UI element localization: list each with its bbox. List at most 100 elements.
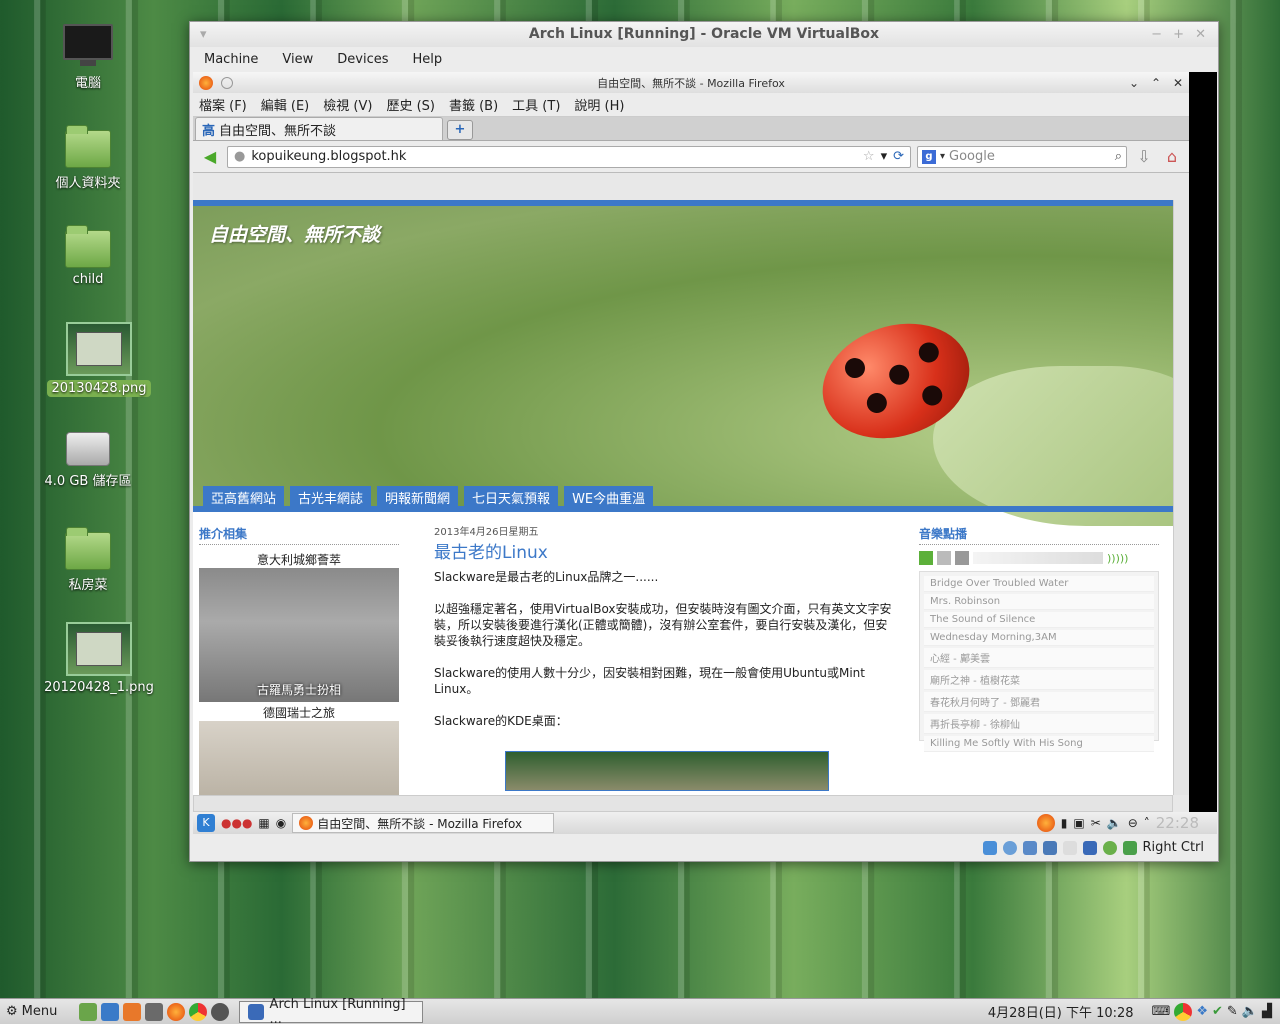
bookmark-star-icon[interactable]: ☆ [863,149,875,164]
desktop-icon[interactable]: ▦ [258,816,269,830]
playlist-item[interactable]: Wednesday Morning,3AM [924,630,1154,646]
download-icon[interactable]: ⇩ [1133,146,1155,168]
guest-task-firefox[interactable]: 自由空間、無所不談 - Mozilla Firefox [292,813,555,833]
clipboard-icon[interactable]: ▮ [1061,816,1068,830]
desktop-icon-png-2012[interactable]: 20120428_1.png [44,622,154,695]
host-clock[interactable]: 4月28日(日) 下午 10:28 [988,1002,1134,1021]
activities-icon[interactable]: ●●● [221,816,252,830]
firefox-window[interactable]: 自由空間、無所不談 - Mozilla Firefox ⌄ ⌃ ✕ 檔案 (F)… [193,72,1189,812]
chrome-launcher-icon[interactable] [189,1002,208,1021]
tray-arrow-icon[interactable]: ˄ [1144,816,1150,830]
tab-blog[interactable]: 高 自由空間、無所不談 [195,117,443,140]
menu-machine[interactable]: Machine [204,52,258,67]
album-title[interactable]: 德國瑞士之旅 [199,704,399,721]
file-manager-icon[interactable] [145,1002,164,1021]
desktop-icon-storage[interactable]: 4.0 GB 儲存區 [33,432,143,489]
package-icon[interactable]: ▣ [1073,816,1084,830]
volume-icon[interactable]: 🔈 [1107,816,1122,830]
menu-devices[interactable]: Devices [337,52,388,67]
menu-file[interactable]: 檔案 (F) [199,95,247,114]
reload-icon[interactable]: ⟳ [893,149,904,164]
desktop-icon-computer[interactable]: 電腦 [33,24,143,91]
cpu-icon[interactable] [1102,840,1117,855]
network-signal-icon[interactable]: ▟ [1262,1004,1272,1019]
firefox-launcher-icon[interactable] [167,1002,186,1021]
playlist-item[interactable]: Mrs. Robinson [924,594,1154,610]
playlist-item[interactable]: 心經 - 鄺美雲 [924,648,1154,668]
gear-icon[interactable]: ⚙ [6,1004,18,1019]
usb-icon[interactable] [1022,840,1037,855]
network-tray-icon[interactable]: ⊖ [1128,816,1138,830]
firefox-tray-icon[interactable] [1036,814,1055,832]
close-icon[interactable]: ✕ [1173,76,1183,90]
blog-title[interactable]: 自由空間、無所不談 [209,220,380,247]
media-player-icon[interactable] [211,1002,230,1021]
chrome-tray-icon[interactable] [1174,1002,1193,1021]
volume-icon[interactable]: 🔈 [1242,1004,1258,1019]
menu-history[interactable]: 歷史 (S) [386,95,435,114]
playlist-item[interactable]: Killing Me Softly With His Song [924,736,1154,752]
back-arrow-icon[interactable]: ◀ [199,146,221,168]
desktop-icon-home[interactable]: 個人資料夾 [33,125,143,191]
menu-view[interactable]: 檢視 (V) [323,95,372,114]
playlist-item[interactable]: Bridge Over Troubled Water [924,576,1154,592]
optical-drive-icon[interactable] [1002,840,1017,855]
update-shield-icon[interactable]: ✔ [1212,1004,1223,1019]
vbox-titlebar[interactable]: ▾ Arch Linux [Running] - Oracle VM Virtu… [190,22,1218,47]
horizontal-scrollbar[interactable] [193,795,1173,812]
harddisk-icon[interactable] [982,840,997,855]
album-photo[interactable]: 古羅馬勇士扮相 [199,568,399,702]
engine-dropdown-icon[interactable]: ▾ [940,151,945,162]
play-icon[interactable] [919,551,933,565]
menu-button[interactable]: Menu [22,1004,58,1019]
close-icon[interactable]: ✕ [1195,22,1206,47]
vertical-scrollbar[interactable] [1173,200,1189,795]
playlist-item[interactable]: 春花秋月何時了 - 鄧麗君 [924,692,1154,712]
search-icon[interactable]: ⌕ [1115,149,1122,164]
desktop-icon-png-2013[interactable]: 20130428.png [44,322,154,397]
page-content[interactable]: 自由空間、無所不談 亞高舊網站 古光丰網誌 明報新聞網 七日天氣預報 WE今曲重… [193,200,1173,795]
kde-menu-icon[interactable]: K [197,814,215,832]
mouse-integration-icon[interactable] [1122,840,1137,855]
network-icon[interactable]: ◉ [276,816,286,830]
maximize-icon[interactable]: + [1173,22,1184,47]
menu-help[interactable]: Help [413,52,443,67]
shared-folder-icon[interactable] [1042,840,1057,855]
menu-bookmarks[interactable]: 書籤 (B) [449,95,498,114]
google-icon[interactable]: g [922,149,936,164]
playlist-item[interactable]: The Sound of Silence [924,612,1154,628]
window-menu-icon[interactable]: ▾ [200,22,207,47]
album-title[interactable]: 意大利城鄉薈萃 [199,551,399,568]
firefox-titlebar[interactable]: 自由空間、無所不談 - Mozilla Firefox ⌄ ⌃ ✕ [193,72,1189,93]
post-title[interactable]: 最古老的Linux [434,545,899,562]
menu-help[interactable]: 說明 (H) [574,95,624,114]
maximize-icon[interactable]: ⌃ [1151,76,1161,90]
menu-edit[interactable]: 編輯 (E) [261,95,310,114]
terminal-icon[interactable] [79,1002,98,1021]
host-task-virtualbox[interactable]: Arch Linux [Running] ... [239,997,424,1024]
ubuntu-one-icon[interactable] [123,1002,142,1021]
pause-icon[interactable] [937,551,951,565]
pidgin-icon[interactable] [101,1002,120,1021]
display-icon[interactable] [1062,840,1077,855]
url-dropdown-icon[interactable]: ▾ [881,149,888,164]
volume-icon[interactable]: ))))) [1107,552,1128,565]
album-photo[interactable] [199,721,399,795]
minimize-icon[interactable]: ⌄ [1129,76,1139,90]
desktop-icon-private[interactable]: 私房菜 [33,527,143,593]
search-box[interactable]: g ▾ Google ⌕ [917,145,1127,168]
playlist-item[interactable]: 再折長亭柳 - 徐柳仙 [924,714,1154,734]
post-screenshot-image[interactable] [505,751,829,791]
menu-tools[interactable]: 工具 (T) [512,95,560,114]
playlist[interactable]: Bridge Over Troubled Water Mrs. Robinson… [919,571,1159,752]
stop-icon[interactable] [955,551,969,565]
url-bar[interactable]: ● kopuikeung.blogspot.hk ☆ ▾ ⟳ [227,145,911,168]
menu-view[interactable]: View [282,52,313,67]
minimize-icon[interactable]: − [1151,22,1162,47]
home-icon[interactable]: ⌂ [1161,146,1183,168]
desktop-icon-child[interactable]: child [33,225,143,287]
scissors-icon[interactable]: ✂ [1091,816,1101,830]
progress-bar[interactable] [973,552,1103,564]
guest-screen[interactable]: 自由空間、無所不談 - Mozilla Firefox ⌄ ⌃ ✕ 檔案 (F)… [193,72,1217,834]
playlist-item[interactable]: 廟所之神 - 植樹花菜 [924,670,1154,690]
